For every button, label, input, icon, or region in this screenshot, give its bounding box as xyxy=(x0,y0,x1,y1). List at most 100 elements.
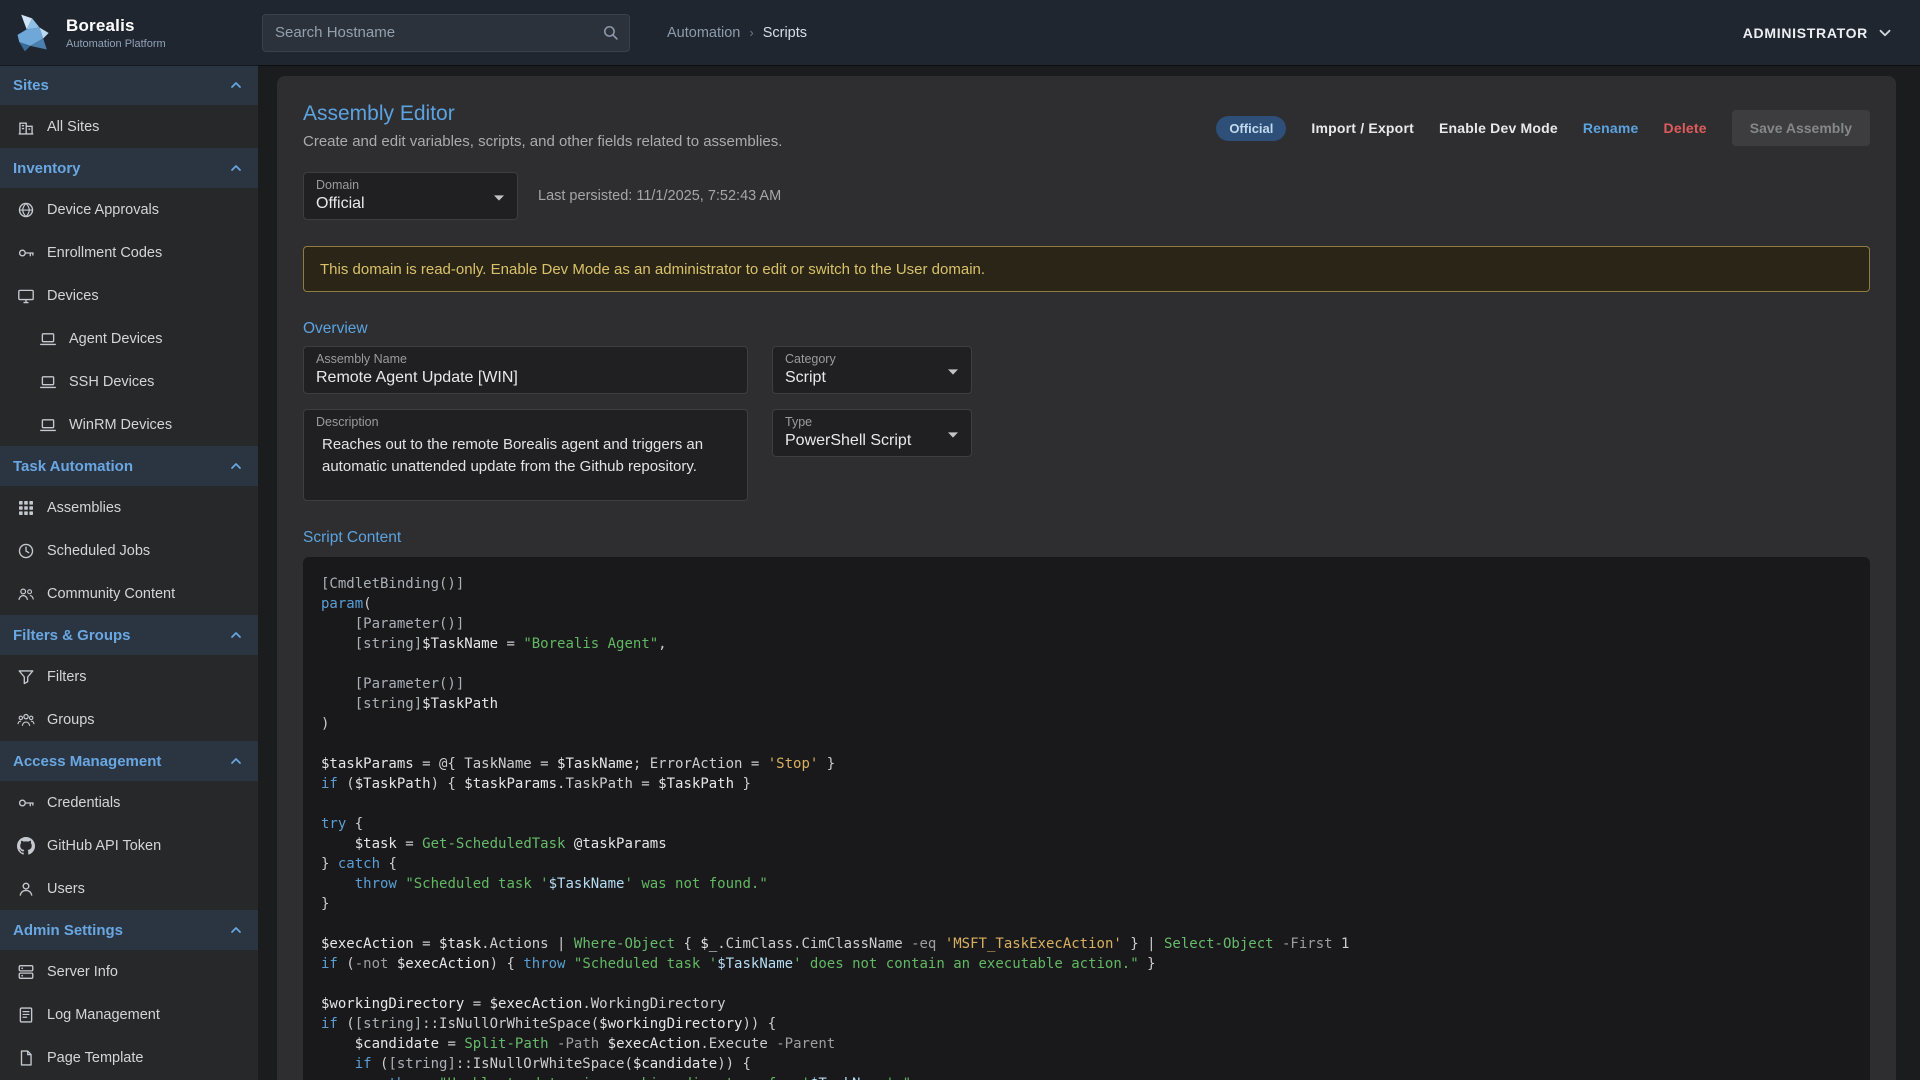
admin-label: ADMINISTRATOR xyxy=(1743,25,1868,41)
code-line: } catch { xyxy=(321,854,1852,874)
sidebar-item-label: Groups xyxy=(47,712,95,728)
github-icon xyxy=(16,836,35,855)
type-label: Type xyxy=(785,415,812,429)
code-line: [CmdletBinding()] xyxy=(321,574,1852,594)
sidebar-section-task-automation[interactable]: Task Automation xyxy=(0,446,258,486)
brand-area[interactable]: Borealis Automation Platform xyxy=(0,11,258,55)
code-line: $workingDirectory = $execAction.WorkingD… xyxy=(321,994,1852,1014)
code-line: throw "Unable to determine working direc… xyxy=(321,1074,1852,1080)
top-bar: Borealis Automation Platform Automation … xyxy=(0,0,1920,65)
assembly-editor-panel: Assembly Editor Create and edit variable… xyxy=(277,76,1896,1080)
hostname-search[interactable] xyxy=(262,14,630,52)
overview-section-label: Overview xyxy=(303,320,1870,338)
admin-menu-button[interactable]: ADMINISTRATOR xyxy=(1743,24,1894,42)
code-line: throw "Scheduled task '$TaskName' was no… xyxy=(321,874,1852,894)
sidebar-item-winrm-devices[interactable]: WinRM Devices xyxy=(0,403,258,446)
code-line: $candidate = Split-Path -Path $execActio… xyxy=(321,1034,1852,1054)
search-input[interactable] xyxy=(275,24,602,41)
sidebar-section-sites[interactable]: Sites xyxy=(0,65,258,105)
sidebar-item-device-approvals[interactable]: Device Approvals xyxy=(0,188,258,231)
sidebar-item-assemblies[interactable]: Assemblies xyxy=(0,486,258,529)
search-icon[interactable] xyxy=(602,24,619,41)
sidebar-item-filters[interactable]: Filters xyxy=(0,655,258,698)
chevron-up-icon xyxy=(228,922,244,938)
code-line: $execAction = $task.Actions | Where-Obje… xyxy=(321,934,1852,954)
sidebar-item-label: Credentials xyxy=(47,795,120,811)
sidebar-item-label: Filters xyxy=(47,669,86,685)
devices-icon xyxy=(16,286,35,305)
sidebar-item-enrollment-codes[interactable]: Enrollment Codes xyxy=(0,231,258,274)
sidebar-item-groups[interactable]: Groups xyxy=(0,698,258,741)
code-line: param( xyxy=(321,594,1852,614)
category-select[interactable]: Category Script xyxy=(772,346,972,394)
chevron-down-icon xyxy=(489,188,509,208)
sidebar-item-github-api-token[interactable]: GitHub API Token xyxy=(0,824,258,867)
readonly-warning-text: This domain is read-only. Enable Dev Mod… xyxy=(320,261,985,278)
enable-dev-mode-button[interactable]: Enable Dev Mode xyxy=(1439,120,1558,136)
import-export-button[interactable]: Import / Export xyxy=(1311,120,1414,136)
chevron-up-icon xyxy=(228,627,244,643)
filter-icon xyxy=(16,667,35,686)
type-select[interactable]: Type PowerShell Script xyxy=(772,409,972,457)
sidebar-item-all-sites[interactable]: All Sites xyxy=(0,105,258,148)
sidebar-item-devices[interactable]: Devices xyxy=(0,274,258,317)
page-title: Assembly Editor xyxy=(303,102,782,126)
chevron-down-icon xyxy=(943,362,963,382)
sidebar-item-credentials[interactable]: Credentials xyxy=(0,781,258,824)
domain-select-label: Domain xyxy=(316,178,359,192)
sidebar-section-label: Task Automation xyxy=(13,458,133,475)
description-field[interactable]: Description Reaches out to the remote Bo… xyxy=(303,409,748,501)
sidebar-item-scheduled-jobs[interactable]: Scheduled Jobs xyxy=(0,529,258,572)
clock-icon xyxy=(16,541,35,560)
sidebar-item-log-management[interactable]: Log Management xyxy=(0,993,258,1036)
laptop-icon xyxy=(38,372,57,391)
buildings-icon xyxy=(16,117,35,136)
chevron-up-icon xyxy=(228,160,244,176)
sidebar-item-label: SSH Devices xyxy=(69,374,154,390)
code-line: if ([string]::IsNullOrWhiteSpace($candid… xyxy=(321,1054,1852,1074)
official-domain-chip: Official xyxy=(1216,116,1286,141)
sidebar-item-ssh-devices[interactable]: SSH Devices xyxy=(0,360,258,403)
sidebar-item-label: Enrollment Codes xyxy=(47,245,162,261)
chevron-up-icon xyxy=(228,753,244,769)
sidebar-section-label: Inventory xyxy=(13,160,81,177)
sidebar-item-users[interactable]: Users xyxy=(0,867,258,910)
code-line: ) xyxy=(321,714,1852,734)
save-assembly-button[interactable]: Save Assembly xyxy=(1732,110,1870,146)
code-line: [Parameter()] xyxy=(321,674,1852,694)
sidebar-item-agent-devices[interactable]: Agent Devices xyxy=(0,317,258,360)
sidebar-item-label: Users xyxy=(47,881,85,897)
sidebar-section-filters-groups[interactable]: Filters & Groups xyxy=(0,615,258,655)
sidebar-item-server-info[interactable]: Server Info xyxy=(0,950,258,993)
domain-select[interactable]: Domain Official xyxy=(303,172,518,220)
borealis-logo-icon xyxy=(12,11,56,55)
rename-button[interactable]: Rename xyxy=(1583,120,1639,136)
sidebar-item-label: WinRM Devices xyxy=(69,417,172,433)
assembly-name-field[interactable]: Assembly Name xyxy=(303,346,748,394)
sidebar-section-label: Filters & Groups xyxy=(13,627,131,644)
sidebar-item-label: Log Management xyxy=(47,1007,160,1023)
code-line: } xyxy=(321,894,1852,914)
sidebar-item-community-content[interactable]: Community Content xyxy=(0,572,258,615)
last-persisted-text: Last persisted: 11/1/2025, 7:52:43 AM xyxy=(538,188,781,204)
script-content-editor[interactable]: [CmdletBinding()]param( [Parameter()] [s… xyxy=(303,557,1870,1080)
breadcrumb-item-scripts[interactable]: Scripts xyxy=(763,25,807,41)
globe-icon xyxy=(16,200,35,219)
sidebar-section-inventory[interactable]: Inventory xyxy=(0,148,258,188)
sidebar-section-admin-settings[interactable]: Admin Settings xyxy=(0,910,258,950)
code-line: $taskParams = @{ TaskName = $TaskName; E… xyxy=(321,754,1852,774)
sidebar-item-label: Scheduled Jobs xyxy=(47,543,150,559)
breadcrumb-item-automation[interactable]: Automation xyxy=(667,25,740,41)
user-icon xyxy=(16,879,35,898)
key-icon xyxy=(16,243,35,262)
sidebar-section-access-management[interactable]: Access Management xyxy=(0,741,258,781)
delete-button[interactable]: Delete xyxy=(1664,120,1707,136)
sidebar-item-label: Community Content xyxy=(47,586,175,602)
brand-name: Borealis xyxy=(66,16,166,36)
readonly-warning-banner: This domain is read-only. Enable Dev Mod… xyxy=(303,246,1870,292)
server-icon xyxy=(16,962,35,981)
sidebar-item-label: All Sites xyxy=(47,119,99,135)
overview-form: Assembly Name Category Script Descriptio… xyxy=(303,346,1870,501)
sidebar-item-page-template[interactable]: Page Template xyxy=(0,1036,258,1079)
sidebar: Sites All Sites Inventory Device Approvals E… xyxy=(0,65,258,1080)
